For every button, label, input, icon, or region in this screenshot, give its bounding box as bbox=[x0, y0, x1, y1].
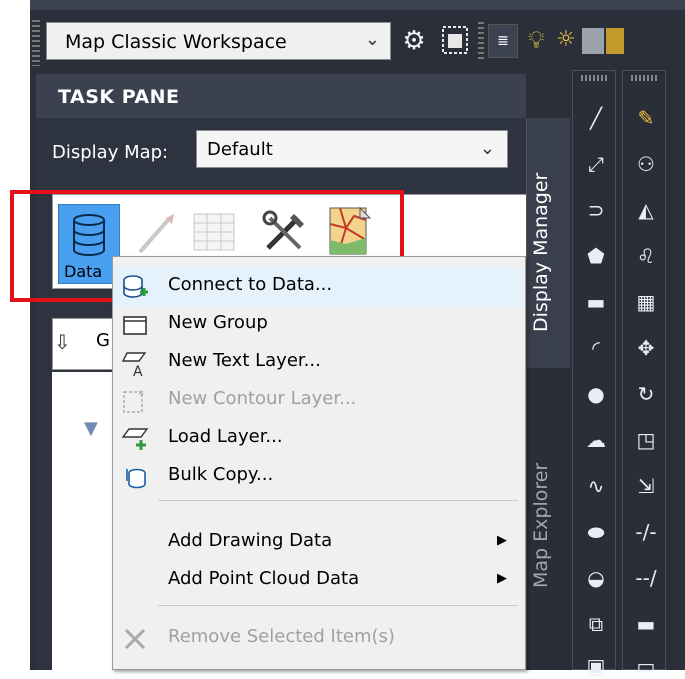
mirror-icon[interactable]: ◭ bbox=[633, 197, 659, 223]
arc-icon[interactable]: ◜ bbox=[583, 335, 609, 361]
menu-separator bbox=[158, 500, 518, 501]
menu-item-bulk-copy[interactable]: Bulk Copy... bbox=[113, 457, 525, 497]
workspace-select[interactable]: Map Classic Workspace ⌄ bbox=[46, 22, 391, 60]
menu-item-connect-to-data[interactable]: Connect to Data... bbox=[113, 267, 525, 307]
offset-icon[interactable]: ♌︎ bbox=[633, 243, 659, 269]
gear-icon[interactable]: ⚙ bbox=[396, 22, 432, 60]
extend-icon[interactable]: --/ bbox=[633, 565, 659, 591]
layer-isolate-icon[interactable] bbox=[582, 28, 604, 54]
line-icon[interactable]: ╱ bbox=[583, 105, 609, 131]
sun-icon[interactable]: ☼ bbox=[556, 20, 580, 60]
contour-layer-icon: * bbox=[123, 388, 144, 413]
workspace-select-value: Map Classic Workspace bbox=[65, 31, 287, 53]
folder-icon bbox=[123, 316, 147, 335]
rectangle-icon[interactable]: ▬ bbox=[583, 289, 609, 315]
toolbar-separator bbox=[478, 22, 484, 62]
submenu-arrow-icon: ▶ bbox=[497, 571, 507, 586]
trim-icon[interactable]: -/- bbox=[633, 519, 659, 545]
bulk-copy-icon bbox=[126, 468, 146, 489]
modify-tool-palette: ✎ ⚇ ◭ ♌︎ ▦ ✥ ↻ ◳ ⇲ -/- --/ ▬ ▭ bbox=[622, 70, 666, 678]
menu-item-load-layer[interactable]: Load Layer... bbox=[113, 419, 525, 459]
draw-tool-palette: ╱ ⤢ ⊃ ⬟ ▬ ◜ ● ☁ ∿ ⬬ ◒ ⧉ ▣ bbox=[572, 70, 616, 678]
menu-separator bbox=[158, 605, 518, 606]
copy-icon[interactable]: ⚇ bbox=[633, 151, 659, 177]
menu-item-add-point-cloud-data[interactable]: Add Point Cloud Data ▶ bbox=[113, 561, 525, 601]
spline-icon[interactable]: ∿ bbox=[583, 473, 609, 499]
layer-properties-icon[interactable]: ≣ bbox=[488, 24, 518, 58]
lightbulb-icon[interactable]: 💡︎ bbox=[528, 20, 552, 60]
workspace-image-icon[interactable] bbox=[440, 22, 470, 58]
menu-item-label: New Group bbox=[168, 312, 268, 333]
menu-item-add-drawing-data[interactable]: Add Drawing Data ▶ bbox=[113, 523, 525, 563]
break-icon[interactable]: ▬ bbox=[633, 611, 659, 637]
tab-map-explorer-label: Map Explorer bbox=[530, 462, 552, 588]
polygon-icon[interactable]: ⬟ bbox=[583, 243, 609, 269]
array-icon[interactable]: ▦ bbox=[633, 289, 659, 315]
tab-display-manager-label: Display Manager bbox=[530, 172, 552, 332]
make-block-icon[interactable]: ▣ bbox=[583, 653, 609, 679]
palette-grip[interactable] bbox=[581, 75, 609, 81]
text-layer-icon: A bbox=[121, 352, 147, 377]
menu-item-label: Bulk Copy... bbox=[168, 464, 274, 485]
group-layers-icon[interactable]: ⇩ bbox=[54, 330, 71, 354]
palette-grip[interactable] bbox=[631, 75, 659, 81]
tree-expand-icon[interactable]: ▼ bbox=[84, 418, 98, 439]
display-map-label: Display Map: bbox=[52, 142, 169, 163]
join-icon[interactable]: ▭ bbox=[633, 653, 659, 679]
move-icon[interactable]: ✥ bbox=[633, 335, 659, 361]
menu-item-label: Add Drawing Data bbox=[168, 530, 333, 551]
circle-icon[interactable]: ● bbox=[583, 381, 609, 407]
load-layer-icon bbox=[121, 428, 149, 450]
svg-text:A: A bbox=[133, 364, 143, 377]
erase-icon[interactable]: ✎ bbox=[633, 105, 659, 131]
rotate-icon[interactable]: ↻ bbox=[633, 381, 659, 407]
layer-lock-icon[interactable] bbox=[606, 28, 624, 54]
ellipse-arc-icon[interactable]: ◒ bbox=[583, 565, 609, 591]
task-pane-title: TASK PANE bbox=[58, 86, 180, 108]
menu-item-new-text-layer[interactable]: A New Text Layer... bbox=[113, 343, 525, 383]
chevron-down-icon: ⌄ bbox=[479, 138, 495, 159]
stretch-icon[interactable]: ⇲ bbox=[633, 473, 659, 499]
menu-item-label: Add Point Cloud Data bbox=[168, 568, 360, 589]
menu-item-remove-selected-items[interactable]: Remove Selected Item(s) bbox=[113, 619, 525, 659]
submenu-arrow-icon: ▶ bbox=[497, 533, 507, 548]
arc-polyline-icon[interactable]: ⊃ bbox=[583, 197, 609, 223]
top-strip bbox=[30, 0, 685, 10]
menu-item-new-contour-layer[interactable]: * New Contour Layer... bbox=[113, 381, 525, 421]
display-map-value: Default bbox=[207, 139, 273, 160]
menu-item-label: Remove Selected Item(s) bbox=[168, 626, 395, 647]
scale-icon[interactable]: ◳ bbox=[633, 427, 659, 453]
revision-cloud-icon[interactable]: ☁ bbox=[583, 427, 609, 453]
connect-data-icon bbox=[123, 275, 148, 298]
toolbar-grip[interactable] bbox=[32, 20, 40, 66]
menu-item-new-group[interactable]: New Group bbox=[113, 305, 525, 345]
group-label: G bbox=[96, 330, 110, 351]
svg-text:*: * bbox=[138, 388, 144, 402]
chevron-down-icon: ⌄ bbox=[364, 29, 380, 50]
data-context-menu: Connect to Data... New Group A New Text … bbox=[112, 256, 526, 670]
menu-item-label: New Text Layer... bbox=[168, 350, 321, 371]
menu-item-label: New Contour Layer... bbox=[168, 388, 357, 409]
polyline-icon[interactable]: ⤢ bbox=[583, 151, 609, 177]
display-map-select[interactable]: Default ⌄ bbox=[196, 130, 508, 168]
insert-block-icon[interactable]: ⧉ bbox=[583, 611, 609, 637]
remove-icon bbox=[124, 628, 146, 650]
menu-item-label: Load Layer... bbox=[168, 426, 283, 447]
menu-item-label: Connect to Data... bbox=[168, 274, 333, 295]
ellipse-icon[interactable]: ⬬ bbox=[583, 519, 609, 545]
